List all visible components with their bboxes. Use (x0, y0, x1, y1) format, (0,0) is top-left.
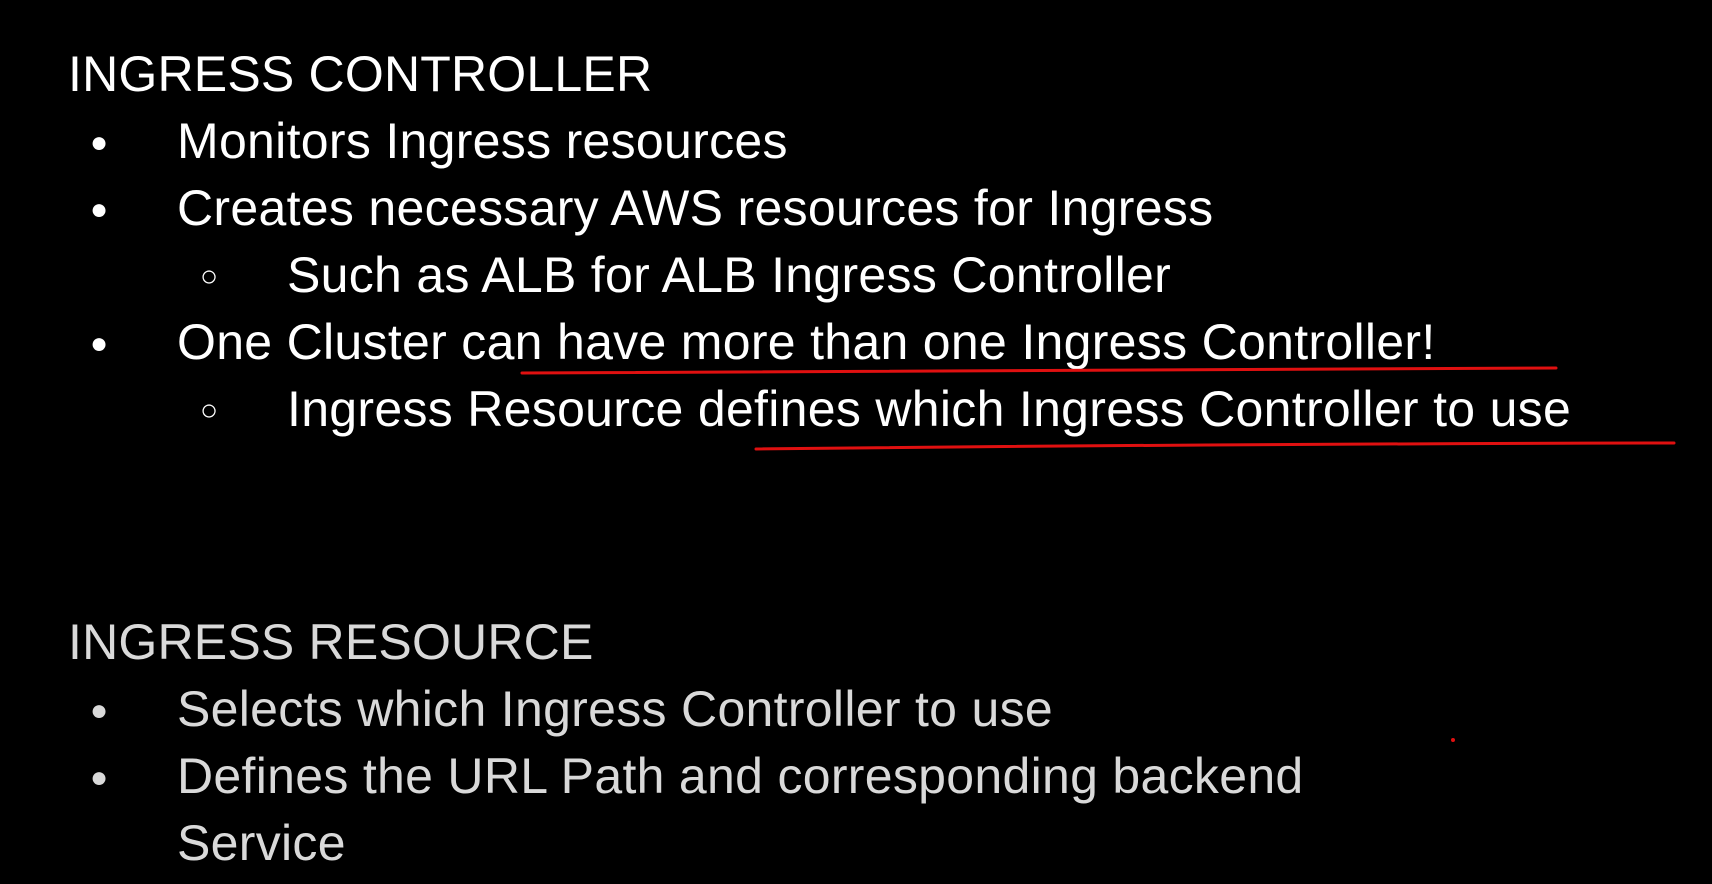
red-underline-defines-which (754, 441, 1676, 451)
red-annotation-overlay (520, 366, 1676, 742)
slide: INGRESS CONTROLLER ● Monitors Ingress re… (0, 0, 1712, 884)
red-dot-mark (1451, 738, 1455, 742)
red-underline-one-cluster (520, 366, 1558, 375)
